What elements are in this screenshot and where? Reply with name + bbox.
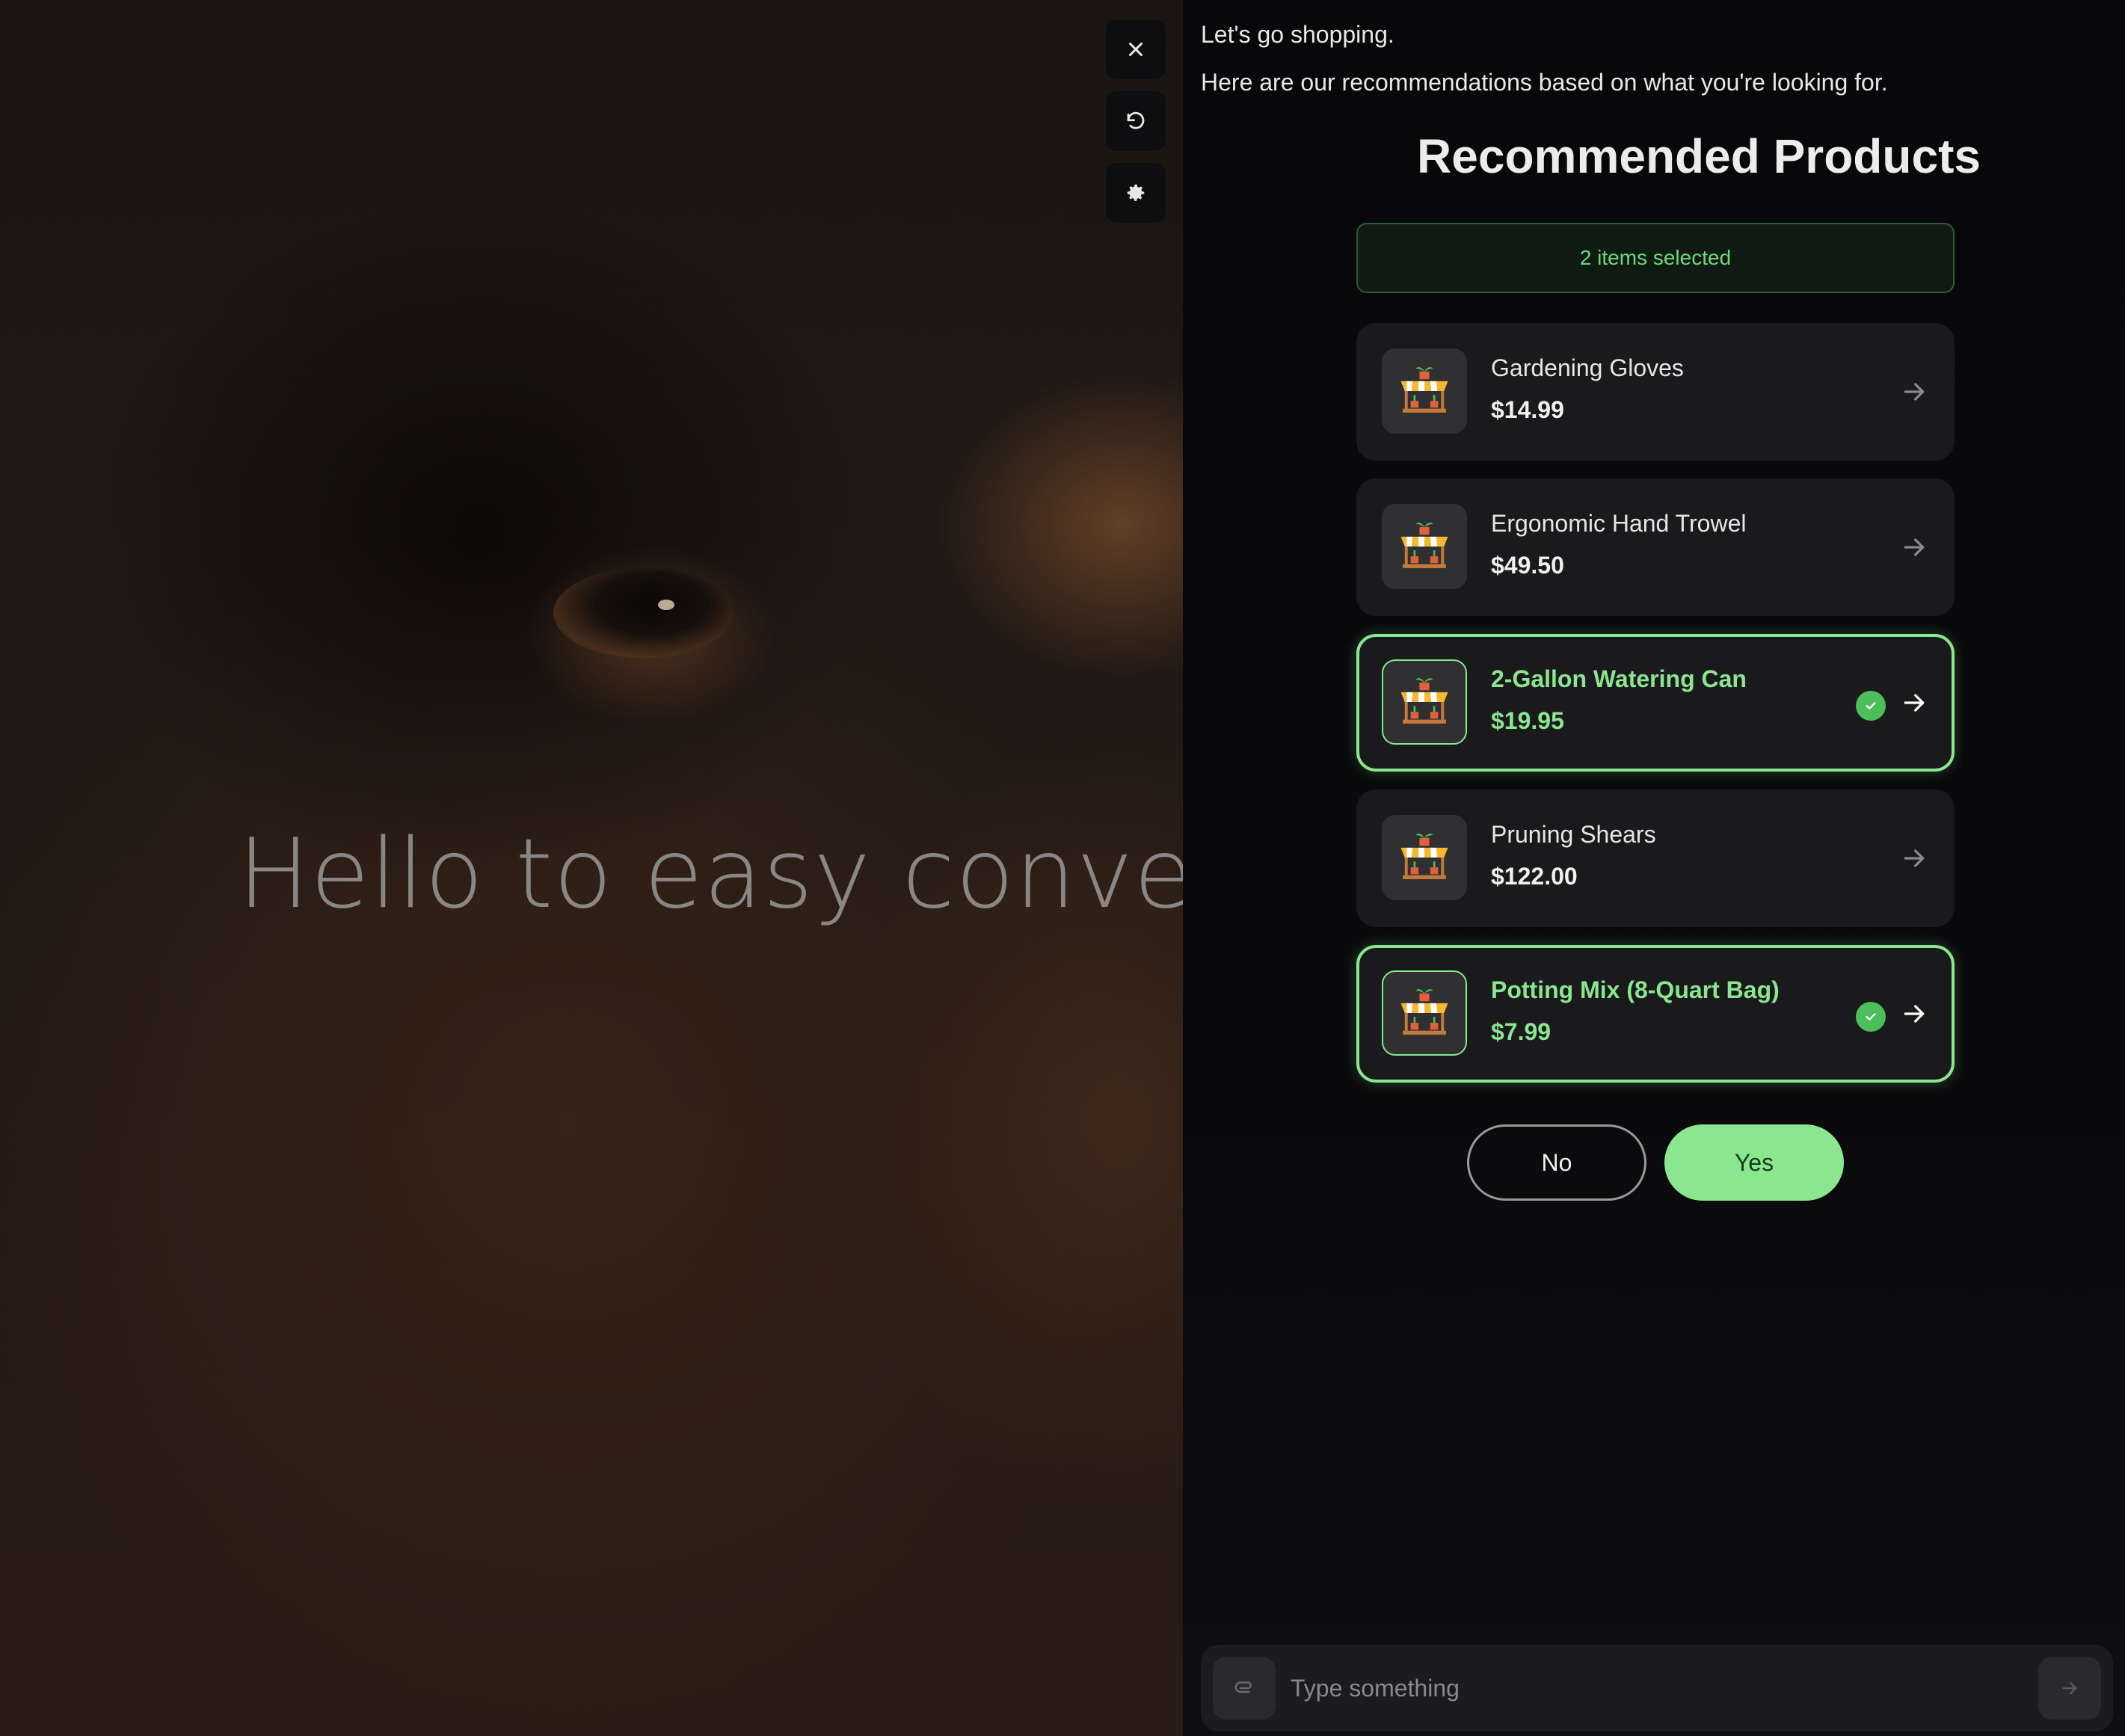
product-card[interactable]: Potting Mix (8-Quart Bag) $7.99 (1356, 945, 1955, 1083)
recommendations-title: Recommended Products (1417, 129, 1981, 183)
arrow-right-icon[interactable] (1899, 532, 1929, 562)
selected-count-text: 2 items selected (1579, 246, 1732, 269)
product-price: $122.00 (1491, 863, 1578, 890)
garden-shop-icon (1382, 348, 1467, 434)
settings-button[interactable] (1106, 163, 1166, 223)
arrow-right-icon (2062, 1681, 2077, 1695)
product-price: $19.95 (1491, 707, 1564, 734)
selected-count-banner: 2 items selected (1356, 223, 1955, 293)
paperclip-icon (1234, 1681, 1252, 1693)
chat-message: Let's go shopping. (1201, 21, 1394, 48)
check-icon (1856, 691, 1886, 721)
refresh-button[interactable] (1106, 91, 1166, 151)
gear-icon (1127, 184, 1145, 201)
garden-shop-icon (1382, 504, 1467, 589)
product-card[interactable]: Ergonomic Hand Trowel $49.50 (1356, 478, 1955, 616)
garden-shop-icon (1382, 815, 1467, 900)
product-price: $7.99 (1491, 1018, 1552, 1045)
product-price: $49.50 (1491, 552, 1564, 579)
arrow-right-icon[interactable] (1899, 843, 1929, 873)
product-card[interactable]: Gardening Gloves $14.99 (1356, 323, 1955, 461)
check-icon (1856, 1002, 1886, 1032)
arrow-right-icon[interactable] (1899, 999, 1929, 1029)
close-button[interactable] (1106, 19, 1166, 79)
product-name: Pruning Shears (1491, 821, 1656, 848)
close-icon (1129, 43, 1143, 56)
product-name: Ergonomic Hand Trowel (1491, 510, 1747, 537)
garden-shop-icon (1382, 659, 1467, 745)
product-name: 2-Gallon Watering Can (1491, 665, 1747, 692)
attach-button[interactable] (1213, 1657, 1276, 1720)
yes-button-label: Yes (1734, 1148, 1774, 1176)
hero-background: Hello to easy conversati (0, 0, 1183, 1736)
arrow-right-icon[interactable] (1899, 688, 1929, 718)
send-button[interactable] (2038, 1657, 2101, 1720)
chat-panel: Let's go shopping. Here are our recommen… (1183, 0, 2125, 1736)
hero-eye-highlight (553, 568, 733, 658)
no-button[interactable]: No (1467, 1124, 1646, 1201)
product-price: $14.99 (1491, 396, 1564, 423)
no-button-label: No (1541, 1148, 1572, 1176)
yes-button[interactable]: Yes (1664, 1124, 1844, 1201)
refresh-icon (1127, 111, 1145, 129)
product-name: Potting Mix (8-Quart Bag) (1491, 976, 1780, 1003)
recommendations-title-row: Recommended Products (1183, 129, 2125, 184)
garden-shop-icon (1382, 970, 1467, 1056)
product-card[interactable]: 2-Gallon Watering Can $19.95 (1356, 634, 1955, 772)
hero-title: Hello to easy conversati (238, 819, 1183, 930)
product-name: Gardening Gloves (1491, 354, 1684, 381)
arrow-right-icon[interactable] (1899, 377, 1929, 407)
message-composer (1201, 1645, 2113, 1732)
product-card[interactable]: Pruning Shears $122.00 (1356, 789, 1955, 927)
message-input[interactable] (1291, 1666, 1993, 1711)
chat-message: Here are our recommendations based on wh… (1201, 69, 1888, 96)
